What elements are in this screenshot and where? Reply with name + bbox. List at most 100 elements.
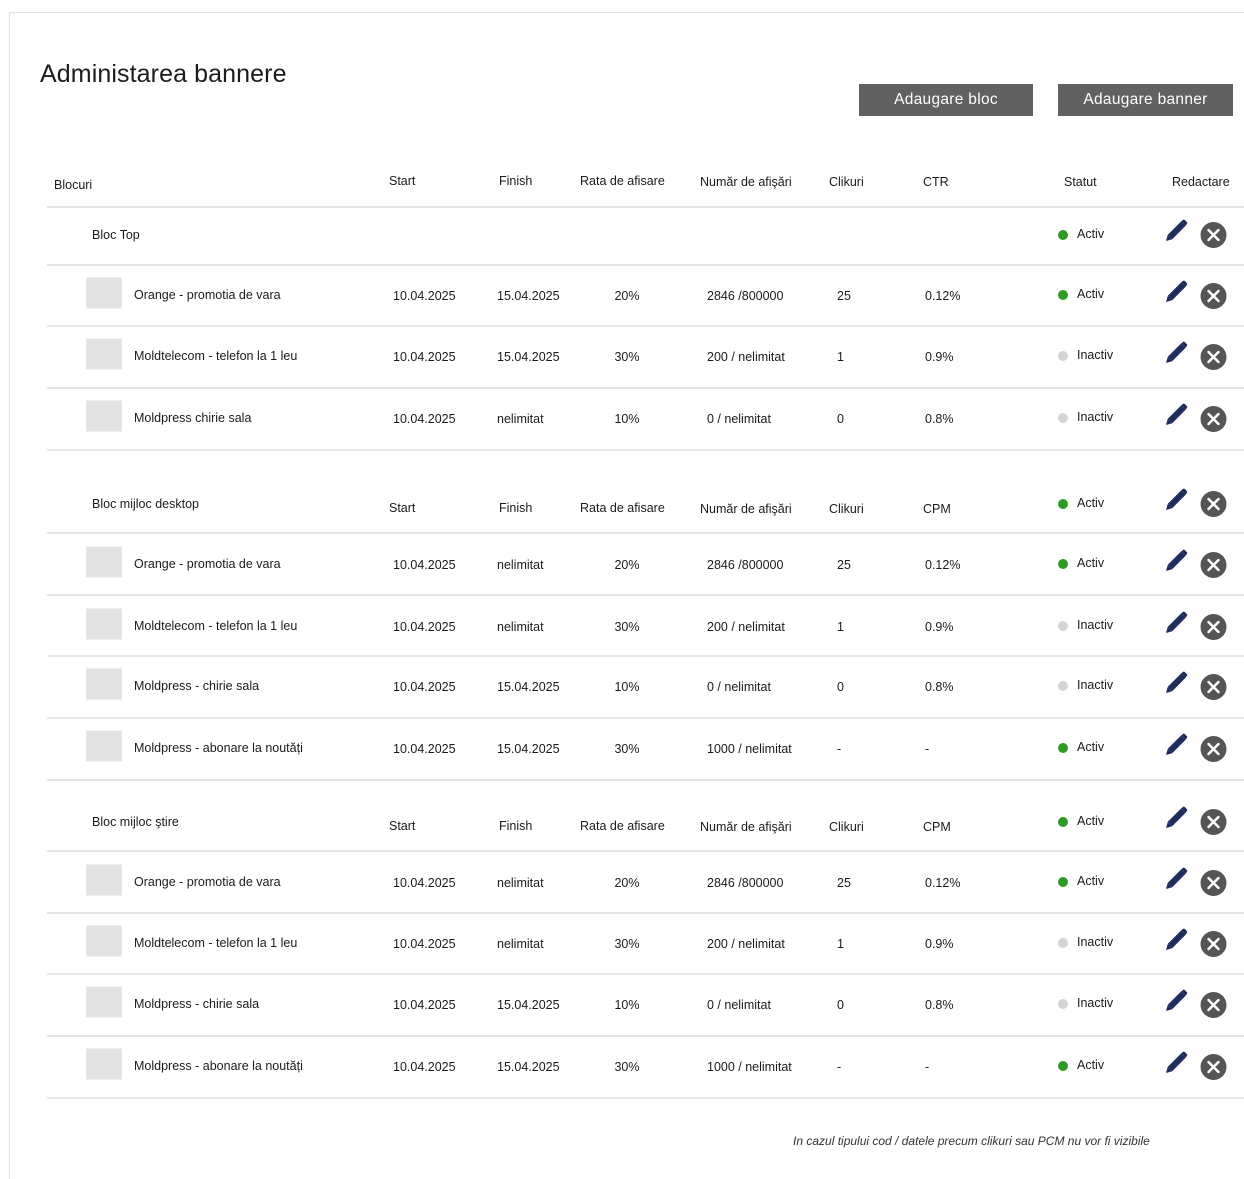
pencil-icon[interactable] <box>1164 671 1188 695</box>
row-divider <box>47 206 1244 208</box>
status-label: Activ <box>1077 739 1105 754</box>
status-label: Activ <box>1077 495 1105 510</box>
banner-clicks: 25 <box>837 557 851 572</box>
close-circle-icon[interactable] <box>1200 931 1227 958</box>
banner-impressions: 1000 / nelimitat <box>707 1059 792 1074</box>
status-dot <box>1058 938 1068 948</box>
banner-metric: 0.9% <box>925 349 954 364</box>
pencil-icon[interactable] <box>1164 488 1188 512</box>
row-divider <box>47 1035 1244 1037</box>
status-dot <box>1058 817 1068 827</box>
col-header-metric: CPM <box>923 501 951 516</box>
pencil-icon[interactable] <box>1164 403 1188 427</box>
status-dot <box>1058 877 1068 887</box>
banner-clicks: 0 <box>837 679 844 694</box>
row-divider <box>47 449 1244 451</box>
status-dot <box>1058 621 1068 631</box>
pencil-icon[interactable] <box>1164 867 1188 891</box>
col-header-clicks: Clikuri <box>829 501 864 516</box>
banner-clicks: 25 <box>837 875 851 890</box>
col-header-finish: Finish <box>499 818 533 833</box>
row-divider <box>47 1097 1244 1099</box>
pencil-icon[interactable] <box>1164 280 1188 304</box>
pencil-icon[interactable] <box>1164 733 1188 757</box>
close-circle-icon[interactable] <box>1200 870 1227 897</box>
banner-metric: 0.12% <box>925 557 961 572</box>
banner-impressions: 200 / nelimitat <box>707 349 785 364</box>
pencil-icon[interactable] <box>1164 989 1188 1013</box>
close-circle-icon[interactable] <box>1200 809 1227 836</box>
banner-impressions: 2846 /800000 <box>707 557 784 572</box>
close-circle-icon[interactable] <box>1200 736 1227 763</box>
close-circle-icon[interactable] <box>1200 406 1227 433</box>
add-block-button[interactable]: Adaugare bloc <box>859 84 1033 116</box>
banner-impressions: 200 / nelimitat <box>707 936 785 951</box>
pencil-icon[interactable] <box>1164 1051 1188 1075</box>
close-circle-icon[interactable] <box>1200 1054 1227 1081</box>
block-name: Bloc mijloc ştire <box>92 814 179 829</box>
pencil-icon[interactable] <box>1164 611 1188 635</box>
row-divider <box>47 594 1244 596</box>
banner-metric: 0.9% <box>925 936 954 951</box>
col-header-finish: Finish <box>499 173 533 188</box>
col-header-rate: Rata de afisare <box>580 818 665 833</box>
banner-clicks: 0 <box>837 997 844 1012</box>
col-header-finish: Finish <box>499 500 533 515</box>
row-divider <box>47 325 1244 327</box>
col-header-status: Statut <box>1064 174 1097 189</box>
page-title: Administarea bannere <box>40 60 287 88</box>
col-header-metric: CPM <box>923 819 951 834</box>
row-divider <box>47 264 1244 266</box>
add-banner-button[interactable]: Adaugare banner <box>1058 84 1233 116</box>
status-label: Activ <box>1077 226 1105 241</box>
banner-metric: 0.8% <box>925 679 954 694</box>
close-circle-icon[interactable] <box>1200 222 1227 249</box>
status-label: Activ <box>1077 813 1105 828</box>
status-label: Activ <box>1077 873 1105 888</box>
pencil-icon[interactable] <box>1164 219 1188 243</box>
close-circle-icon[interactable] <box>1200 614 1227 641</box>
col-header-impressions: Număr de afişări <box>700 174 792 189</box>
close-circle-icon[interactable] <box>1200 552 1227 579</box>
banner-metric: 0.8% <box>925 997 954 1012</box>
row-divider <box>47 387 1244 389</box>
banner-impressions: 0 / nelimitat <box>707 997 771 1012</box>
banner-clicks: - <box>837 1059 842 1074</box>
status-dot <box>1058 1061 1068 1071</box>
status-dot <box>1058 499 1068 509</box>
status-label: Inactiv <box>1077 934 1114 949</box>
row-divider <box>47 779 1244 781</box>
banner-impressions: 1000 / nelimitat <box>707 741 792 756</box>
close-circle-icon[interactable] <box>1200 674 1227 701</box>
col-header-clicks: Clikuri <box>829 174 864 189</box>
banner-clicks: 25 <box>837 288 851 303</box>
close-circle-icon[interactable] <box>1200 491 1227 518</box>
pencil-icon[interactable] <box>1164 549 1188 573</box>
row-divider <box>47 973 1244 975</box>
banner-metric: 0.8% <box>925 411 954 426</box>
col-header-clicks: Clikuri <box>829 819 864 834</box>
col-header-ctr: CTR <box>923 174 949 189</box>
close-circle-icon[interactable] <box>1200 344 1227 371</box>
pencil-icon[interactable] <box>1164 806 1188 830</box>
banner-impressions: 2846 /800000 <box>707 288 784 303</box>
status-dot <box>1058 743 1068 753</box>
banner-clicks: 0 <box>837 411 844 426</box>
close-circle-icon[interactable] <box>1200 992 1227 1019</box>
pencil-icon[interactable] <box>1164 341 1188 365</box>
status-label: Inactiv <box>1077 677 1114 692</box>
banner-metric: 0.12% <box>925 288 961 303</box>
col-header-start: Start <box>389 500 416 515</box>
banner-clicks: - <box>837 741 842 756</box>
banner-clicks: 1 <box>837 349 844 364</box>
status-dot <box>1058 230 1068 240</box>
banner-impressions: 2846 /800000 <box>707 875 784 890</box>
banner-clicks: 1 <box>837 619 844 634</box>
banner-metric: - <box>925 1059 930 1074</box>
col-header-impressions: Număr de afişări <box>700 819 792 834</box>
close-circle-icon[interactable] <box>1200 283 1227 310</box>
block-name: Bloc mijloc desktop <box>92 496 199 511</box>
banner-metric: - <box>925 741 930 756</box>
row-divider <box>47 532 1244 534</box>
pencil-icon[interactable] <box>1164 928 1188 952</box>
